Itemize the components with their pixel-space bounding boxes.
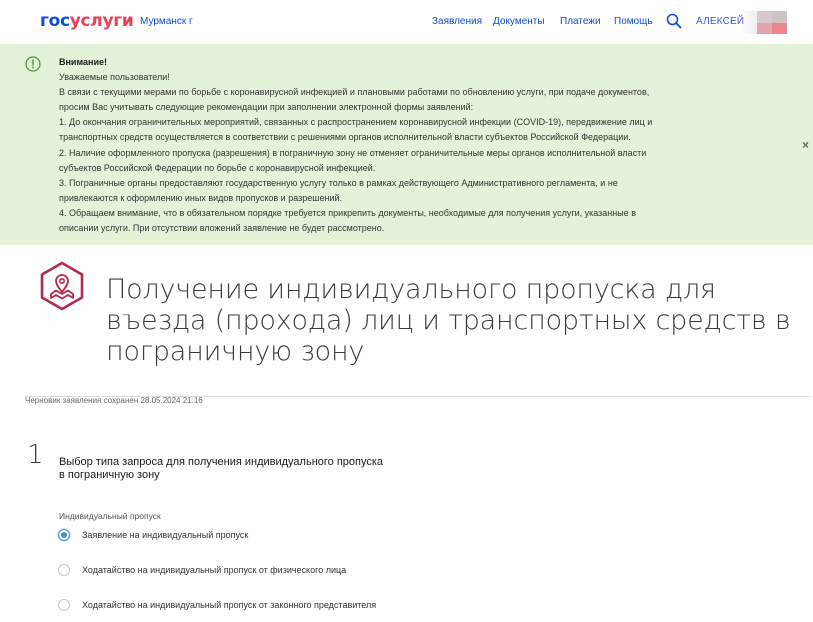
notice-banner: Внимание! Уважаемые пользователи! В связ… <box>0 44 813 245</box>
nav-link-applications[interactable]: Заявления <box>432 16 482 27</box>
logo-part-gos: гос <box>40 11 70 31</box>
radio-option-label[interactable]: Заявление на индивидуальный пропуск <box>82 530 248 540</box>
notice-line: В связи с текущими мерами по борьбе с ко… <box>59 87 650 98</box>
notice-line: 3. Пограничные органы предоставляют госу… <box>59 177 618 188</box>
radio-option-label[interactable]: Ходатайство на индивидуальный пропуск от… <box>82 565 346 575</box>
notice-line: 4. Обращаем внимание, что в обязательном… <box>59 207 636 218</box>
notice-line: Уважаемые пользователи! <box>59 72 170 83</box>
notice-line: субъектов Российской Федерации по борьбе… <box>59 162 376 173</box>
logo-part-uslugi: услуги <box>69 11 134 31</box>
avatar[interactable] <box>757 11 787 34</box>
exclamation-circle-icon <box>25 56 41 72</box>
user-name-fade <box>740 11 758 34</box>
search-icon[interactable] <box>666 13 682 29</box>
page-title: Получение индивидуального пропуска для в… <box>106 274 791 367</box>
step-title: Выбор типа запроса для получения индивид… <box>59 456 384 481</box>
notice-line: просим Вас учитывать следующие рекоменда… <box>59 102 474 113</box>
nav-link-documents[interactable]: Документы <box>493 16 545 27</box>
notice-line: описании услуги. При отсутствии вложений… <box>59 223 385 234</box>
step-number: 1 <box>27 440 44 470</box>
top-header: госуслуги Мурманск г Заявления Документы… <box>0 0 813 44</box>
notice-line: транспортных средств осуществляется в со… <box>59 132 631 143</box>
radio-button[interactable] <box>58 564 70 576</box>
radio-button-selected[interactable] <box>58 529 70 541</box>
notice-text: Внимание! Уважаемые пользователи! В связ… <box>59 55 739 236</box>
region-selector[interactable]: Мурманск г <box>140 16 193 27</box>
close-icon[interactable]: × <box>802 138 809 152</box>
radio-button[interactable] <box>58 599 70 611</box>
gosuslugi-logo[interactable]: госуслуги <box>40 11 134 31</box>
notice-title: Внимание! <box>59 57 107 67</box>
nav-link-help[interactable]: Помощь <box>614 16 653 27</box>
map-pin-icon <box>40 261 84 311</box>
radio-group-label: Индивидуальный пропуск <box>59 511 161 521</box>
notice-line: привлекаются к оформлению иных видов про… <box>59 192 342 203</box>
radio-option-label[interactable]: Ходатайство на индивидуальный пропуск от… <box>82 600 376 610</box>
user-menu-name[interactable]: АЛЕКСЕЙ <box>696 16 744 27</box>
notice-line: 2. Наличие оформленного пропуска (разреш… <box>59 147 647 158</box>
nav-link-payments[interactable]: Платежи <box>560 16 601 27</box>
notice-line: 1. До окончания ограничительных мероприя… <box>59 117 653 128</box>
draft-saved-status: Черновик заявления сохранен 28.05.2024 2… <box>25 396 203 405</box>
